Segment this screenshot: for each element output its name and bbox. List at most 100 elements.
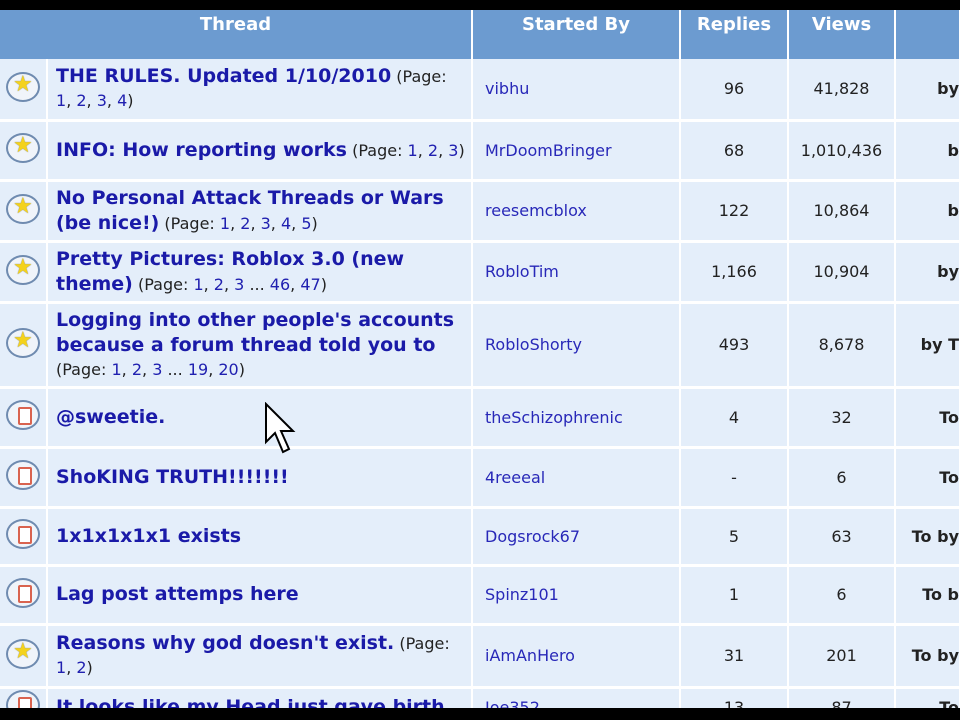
header-views[interactable]: Views xyxy=(788,10,896,59)
thread-document-icon xyxy=(6,577,40,608)
page-link[interactable]: 3 xyxy=(234,275,244,294)
thread-cell: INFO: How reporting works (Page: 1, 2, 3… xyxy=(47,120,473,182)
last-post-cell[interactable]: To by xyxy=(895,507,960,567)
view-count: 1,010,436 xyxy=(788,120,896,182)
thread-title-link[interactable]: @sweetie. xyxy=(56,406,165,428)
header-last-post[interactable] xyxy=(895,10,960,59)
last-post-cell[interactable]: by xyxy=(895,241,960,304)
page-link[interactable]: 3 xyxy=(97,91,107,110)
thread-title-link[interactable]: ShoKING TRUTH!!!!!!! xyxy=(56,466,289,488)
page-link[interactable]: 5 xyxy=(301,214,311,233)
page-link[interactable]: 47 xyxy=(300,275,320,294)
page-link[interactable]: 1 xyxy=(220,214,230,233)
thread-title-link[interactable]: THE RULES. Updated 1/10/2010 xyxy=(56,65,391,87)
sticky-star-icon xyxy=(6,327,40,358)
view-count: 41,828 xyxy=(788,59,896,122)
thread-cell: 1x1x1x1x1 exists xyxy=(47,507,473,567)
last-post-cell[interactable]: To xyxy=(895,387,960,449)
thread-icon-cell xyxy=(0,120,48,182)
table-row: No Personal Attack Threads or Wars (be n… xyxy=(0,180,960,243)
page-link[interactable]: 2 xyxy=(76,91,86,110)
reply-count: 122 xyxy=(680,180,789,243)
page-link[interactable]: 1 xyxy=(56,91,66,110)
thread-author-link[interactable]: MrDoomBringer xyxy=(472,120,681,182)
view-count: 6 xyxy=(788,447,896,509)
header-started-by[interactable]: Started By xyxy=(472,10,681,59)
thread-author-link[interactable]: iAmAnHero xyxy=(472,624,681,689)
page-link[interactable]: 2 xyxy=(240,214,250,233)
reply-count: 1 xyxy=(680,565,789,626)
view-count: 201 xyxy=(788,624,896,689)
thread-cell: THE RULES. Updated 1/10/2010 (Page: 1, 2… xyxy=(47,59,473,122)
thread-icon-cell xyxy=(0,507,48,567)
page-link[interactable]: 3 xyxy=(261,214,271,233)
page-links: (Page: 1, 2, 3 ... 46, 47) xyxy=(137,274,327,294)
thread-title-link[interactable]: It looks like my Head just gave birth xyxy=(56,696,445,709)
sticky-star-icon xyxy=(6,638,40,669)
last-post-cell[interactable]: b xyxy=(895,180,960,243)
table-row: 1x1x1x1x1 exists Dogsrock67 5 63 To by xyxy=(0,507,960,567)
table-row: Lag post attemps here Spinz101 1 6 To b xyxy=(0,565,960,626)
thread-cell: Pretty Pictures: Roblox 3.0 (new theme) … xyxy=(47,241,473,304)
page-link[interactable]: 3 xyxy=(152,360,162,379)
table-row: Logging into other people's accounts bec… xyxy=(0,302,960,389)
thread-title-link[interactable]: INFO: How reporting works xyxy=(56,139,347,161)
thread-title-link[interactable]: 1x1x1x1x1 exists xyxy=(56,525,241,547)
page-link[interactable]: 2 xyxy=(76,658,86,677)
thread-author-link[interactable]: Spinz101 xyxy=(472,565,681,626)
view-count: 8,678 xyxy=(788,302,896,389)
table-row: @sweetie. theSchizophrenic 4 32 To xyxy=(0,387,960,449)
page-link[interactable]: 4 xyxy=(281,214,291,233)
sticky-star-icon xyxy=(6,133,40,163)
last-post-cell[interactable]: To xyxy=(895,447,960,509)
thread-title-link[interactable]: Logging into other people's accounts bec… xyxy=(56,309,454,356)
reply-count: 4 xyxy=(680,387,789,449)
thread-icon-cell xyxy=(0,447,48,509)
page-link[interactable]: 4 xyxy=(117,91,127,110)
thread-author-link[interactable]: Dogsrock67 xyxy=(472,507,681,567)
last-post-cell[interactable]: by xyxy=(895,59,960,122)
header-thread[interactable]: Thread xyxy=(0,10,473,59)
page-link[interactable]: 1 xyxy=(56,658,66,677)
page-ellipsis: ... xyxy=(167,359,183,379)
reply-count: 493 xyxy=(680,302,789,389)
last-post-cell[interactable]: To b xyxy=(895,565,960,626)
reply-count: 1,166 xyxy=(680,241,789,304)
thread-author-link[interactable]: Joe352 xyxy=(472,687,681,708)
thread-author-link[interactable]: 4reeeal xyxy=(472,447,681,509)
view-count: 87 xyxy=(788,687,896,708)
mouse-cursor-icon xyxy=(265,402,296,454)
page-link[interactable]: 2 xyxy=(214,275,224,294)
page-link[interactable]: 2 xyxy=(132,360,142,379)
thread-author-link[interactable]: reesemcblox xyxy=(472,180,681,243)
last-post-cell[interactable]: by T xyxy=(895,302,960,389)
thread-title-link[interactable]: Reasons why god doesn't exist. xyxy=(56,632,394,654)
table-header: Thread Started By Replies Views xyxy=(0,10,960,59)
reply-count: - xyxy=(680,447,789,509)
view-count: 32 xyxy=(788,387,896,449)
page-link[interactable]: 1 xyxy=(193,275,203,294)
page-link[interactable]: 46 xyxy=(270,275,290,294)
thread-title-link[interactable]: Lag post attemps here xyxy=(56,583,299,605)
reply-count: 31 xyxy=(680,624,789,689)
view-count: 10,864 xyxy=(788,180,896,243)
thread-author-link[interactable]: RobloTim xyxy=(472,241,681,304)
page-link[interactable]: 20 xyxy=(218,360,238,379)
page-link[interactable]: 2 xyxy=(428,141,438,160)
page-link[interactable]: 1 xyxy=(111,360,121,379)
last-post-cell[interactable]: To xyxy=(895,687,960,708)
page-link[interactable]: 19 xyxy=(188,360,208,379)
page-link[interactable]: 1 xyxy=(408,141,418,160)
page-links: (Page: 1, 2, 3, 4, 5) xyxy=(164,213,318,233)
table-row: THE RULES. Updated 1/10/2010 (Page: 1, 2… xyxy=(0,59,960,122)
last-post-cell[interactable]: To by xyxy=(895,624,960,689)
last-post-cell[interactable]: b xyxy=(895,120,960,182)
thread-author-link[interactable]: theSchizophrenic xyxy=(472,387,681,449)
thread-author-link[interactable]: vibhu xyxy=(472,59,681,122)
thread-author-link[interactable]: RobloShorty xyxy=(472,302,681,389)
header-replies[interactable]: Replies xyxy=(680,10,789,59)
thread-icon-cell xyxy=(0,180,48,243)
page-link[interactable]: 3 xyxy=(448,141,458,160)
thread-table: Thread Started By Replies Views THE RULE… xyxy=(0,10,960,708)
thread-icon-cell xyxy=(0,565,48,626)
